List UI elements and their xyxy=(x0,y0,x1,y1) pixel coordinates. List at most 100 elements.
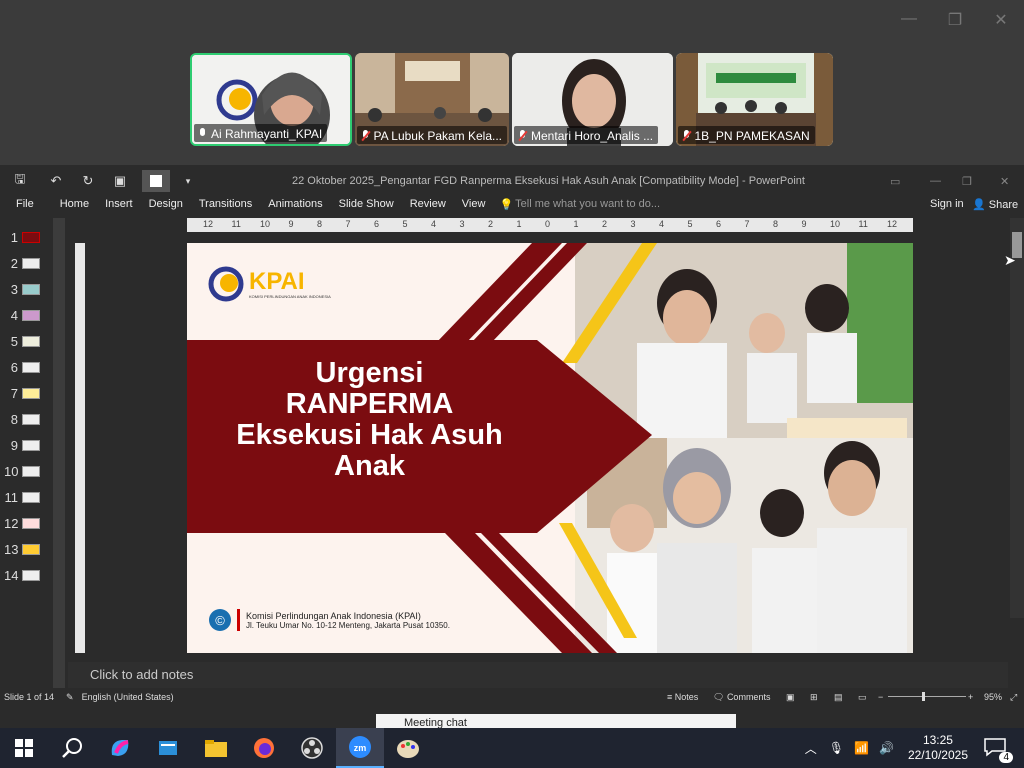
copilot-icon[interactable] xyxy=(96,728,144,768)
close-button[interactable]: ✕ xyxy=(991,10,1011,30)
thumbnail-item[interactable]: 9 xyxy=(4,438,40,453)
thumbnail-scrollbar[interactable] xyxy=(53,218,65,688)
kpai-logo: KPAI KOMISI PERLINDUNGAN ANAK INDONESIA xyxy=(207,265,331,303)
mic-muted-icon xyxy=(361,130,370,141)
clock[interactable]: 13:25 22/10/2025 xyxy=(908,733,968,763)
slide-thumbnails: 1 2 3 4 5 6 7 8 9 10 11 12 13 14 xyxy=(0,218,52,688)
sorter-view-icon[interactable]: ⊞ xyxy=(810,692,818,703)
spellcheck-icon[interactable]: ✎ xyxy=(66,692,74,703)
participant-tile[interactable]: Ai Rahmayanti_KPAI xyxy=(190,53,352,146)
ruler-tick-label: 5 xyxy=(687,219,693,229)
zoom-app-icon[interactable]: zm xyxy=(336,728,384,768)
ruler-tick-label: 9 xyxy=(288,219,294,229)
participant-tile[interactable]: PA Lubuk Pakam Kela... xyxy=(354,53,510,146)
participant-tile[interactable]: 1B_PN PAMEKASAN xyxy=(675,53,833,146)
blank-icon[interactable] xyxy=(142,170,170,192)
obs-icon[interactable] xyxy=(288,728,336,768)
ruler-tick-label: 10 xyxy=(260,219,271,229)
windows-start-icon[interactable] xyxy=(0,728,48,768)
status-bar: Slide 1 of 14 ✎ English (United States) … xyxy=(0,688,1024,706)
zoom-slider-thumb[interactable] xyxy=(922,692,925,701)
zoom-out-icon[interactable]: − xyxy=(878,692,883,702)
thumbnail-item[interactable]: 7 xyxy=(4,386,40,401)
slide-canvas[interactable]: KPAI KOMISI PERLINDUNGAN ANAK INDONESIA … xyxy=(187,243,913,653)
microphone-icon[interactable]: 🎙 xyxy=(829,741,844,755)
save-icon[interactable]: 🖫 xyxy=(8,170,32,192)
slide-title: Urgensi RANPERMA Eksekusi Hak Asuh Anak xyxy=(236,357,503,482)
slideshow-icon[interactable]: ▣ xyxy=(108,173,132,189)
user-icon: 👤 xyxy=(972,198,986,211)
tab-transitions[interactable]: Transitions xyxy=(191,198,260,210)
notification-count: 4 xyxy=(999,751,1013,763)
ruler-tick-label: 1 xyxy=(573,219,579,229)
thumbnail-item[interactable]: 13 xyxy=(4,542,40,557)
thumbnail-item[interactable]: 1 xyxy=(4,230,40,245)
thumbnail-item[interactable]: 5 xyxy=(4,334,40,349)
pp-minimize-button[interactable]: — xyxy=(930,175,941,187)
tab-review[interactable]: Review xyxy=(402,198,454,210)
firefox-icon[interactable] xyxy=(240,728,288,768)
chevron-up-icon[interactable]: ︿ xyxy=(805,740,817,757)
normal-view-icon[interactable]: ▣ xyxy=(786,692,795,703)
tab-slide-show[interactable]: Slide Show xyxy=(331,198,402,210)
zoom-in-icon[interactable]: + xyxy=(968,692,973,702)
ruler-tick-label: 2 xyxy=(602,219,608,229)
notification-icon[interactable]: 4 xyxy=(984,737,1013,763)
network-icon[interactable]: 📶 xyxy=(854,741,869,755)
tell-me-input[interactable]: Tell me what you want to do... xyxy=(515,198,660,210)
ruler-tick-label: 8 xyxy=(773,219,779,229)
thumbnail-item[interactable]: 14 xyxy=(4,568,40,583)
notes-pane[interactable]: Click to add notes xyxy=(68,662,1008,688)
reading-view-icon[interactable]: ▤ xyxy=(834,692,843,703)
zoom-slider[interactable] xyxy=(888,696,966,697)
search-icon[interactable] xyxy=(48,728,96,768)
undo-icon[interactable]: ↶ xyxy=(44,173,68,189)
zoom-level[interactable]: 95% xyxy=(984,692,1002,702)
ruler-tick-label: 11 xyxy=(231,219,241,229)
tab-insert[interactable]: Insert xyxy=(97,198,141,210)
notes-button[interactable]: ≡ Notes xyxy=(667,692,698,702)
ruler-tick-label: 12 xyxy=(203,219,214,229)
logo-subtitle: KOMISI PERLINDUNGAN ANAK INDONESIA xyxy=(249,293,331,299)
pp-close-button[interactable]: ✕ xyxy=(1000,175,1009,188)
participant-tile[interactable]: Mentari Horo_Analis ... xyxy=(512,53,673,146)
participant-strip: Ai Rahmayanti_KPAI PA Lubuk Pakam Kela..… xyxy=(190,53,833,146)
thumbnail-item[interactable]: 11 xyxy=(4,490,40,505)
file-explorer-icon[interactable] xyxy=(192,728,240,768)
volume-icon[interactable]: 🔊 xyxy=(879,741,894,755)
ruler-tick-label: 4 xyxy=(659,219,665,229)
redo-icon[interactable]: ↻ xyxy=(76,173,100,189)
thumbnail-item[interactable]: 12 xyxy=(4,516,40,531)
thumbnail-item[interactable]: 8 xyxy=(4,412,40,427)
chat-title: Meeting chat xyxy=(404,717,467,728)
paint-icon[interactable] xyxy=(384,728,432,768)
minimize-button[interactable]: — xyxy=(899,10,919,28)
language-label[interactable]: English (United States) xyxy=(82,692,174,702)
tab-view[interactable]: View xyxy=(454,198,494,210)
participant-name: Mentari Horo_Analis ... xyxy=(514,126,659,144)
tab-home[interactable]: Home xyxy=(42,198,97,210)
share-button[interactable]: 👤 Share xyxy=(972,198,1018,211)
thumbnail-item[interactable]: 2 xyxy=(4,256,40,271)
thumbnail-item[interactable]: 6 xyxy=(4,360,40,375)
customize-icon[interactable]: ▾ xyxy=(176,176,200,187)
notes-app-icon[interactable] xyxy=(144,728,192,768)
ribbon-display-icon[interactable]: ▭ xyxy=(890,175,900,188)
thumbnail-item[interactable]: 10 xyxy=(4,464,40,479)
mic-icon xyxy=(198,128,207,139)
slideshow-view-icon[interactable]: ▭ xyxy=(858,692,867,703)
thumbnail-item[interactable]: 4 xyxy=(4,308,40,323)
chat-popup[interactable]: Meeting chat xyxy=(376,714,736,728)
slide-scrollbar[interactable] xyxy=(1010,218,1024,618)
tab-animations[interactable]: Animations xyxy=(260,198,330,210)
horizontal-ruler: 12 11 10 9 8 7 6 5 4 3 2 1 0 1 2 3 4 5 6 7 8 9 10 11 12 xyxy=(187,218,913,232)
ruler-tick-label: 10 xyxy=(830,219,841,229)
tab-design[interactable]: Design xyxy=(141,198,191,210)
restore-button[interactable]: ❐ xyxy=(945,10,965,30)
sign-in-link[interactable]: Sign in xyxy=(930,198,964,210)
pp-restore-button[interactable]: ❐ xyxy=(962,175,972,188)
tab-file[interactable]: File xyxy=(0,198,42,210)
fit-slide-icon[interactable]: ⤢ xyxy=(1010,692,1017,703)
thumbnail-item[interactable]: 3 xyxy=(4,282,40,297)
comments-button[interactable]: 🗨 Comments xyxy=(713,692,770,703)
